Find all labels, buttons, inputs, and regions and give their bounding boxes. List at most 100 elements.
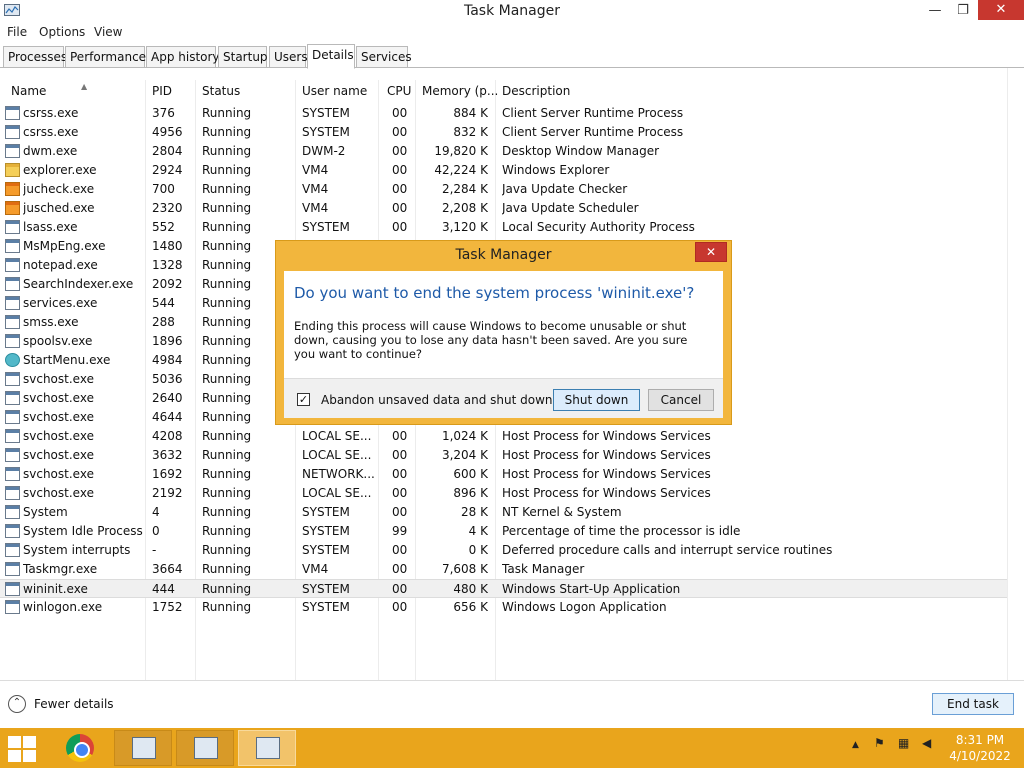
cell-description: Host Process for Windows Services [502,467,711,481]
clock[interactable]: 8:31 PM 4/10/2022 [940,732,1020,764]
column-header-user-name[interactable]: User name [302,84,367,98]
footer-bar: ⌃ Fewer details End task [0,680,1024,728]
dialog-body: Do you want to end the system process 'w… [284,271,723,418]
cell-cpu: 00 [392,125,408,139]
tab-startup[interactable]: Startup [218,46,268,68]
tab-app-history[interactable]: App history [146,46,220,68]
tab-users[interactable]: Users [269,46,308,68]
abandon-data-checkbox-label[interactable]: Abandon unsaved data and shut down. [321,393,556,407]
cell-cpu: 00 [392,543,408,557]
dialog-close-button[interactable]: ✕ [695,242,727,262]
cell-user-name: SYSTEM [302,524,350,538]
table-row[interactable]: System interrupts - Running SYSTEM 00 0 K Defe… [0,541,1007,560]
cell-cpu: 00 [392,582,408,596]
table-row[interactable]: dwm.exe 2804 Running DWM-2 00 19,820 K Desktop… [0,142,1007,161]
vertical-scrollbar[interactable] [1007,68,1024,680]
table-row[interactable]: explorer.exe 2924 Running VM4 00 42,224 K Wind… [0,161,1007,180]
cell-description: Windows Explorer [502,163,610,177]
menu-options[interactable]: Options [39,25,85,39]
table-row[interactable]: winlogon.exe 1752 Running SYSTEM 00 656 K Wind… [0,598,1007,617]
table-row[interactable]: System 4 Running SYSTEM 00 28 K NT Kernel & Sy… [0,503,1007,522]
abandon-data-checkbox[interactable]: ✓ [297,393,310,406]
cell-pid: 700 [152,182,175,196]
cell-status: Running [202,582,252,596]
taskbar-notepad-button[interactable] [114,730,172,766]
cell-status: Running [202,220,252,234]
process-icon [5,277,20,291]
cell-description: Client Server Runtime Process [502,125,684,139]
tab-processes[interactable]: Processes [3,46,67,68]
dialog-button-bar: ✓ Abandon unsaved data and shut down. Sh… [284,378,723,418]
column-header-status[interactable]: Status [202,84,240,98]
column-header-pid[interactable]: PID [152,84,172,98]
table-row[interactable]: System Idle Process 0 Running SYSTEM 99 4 K Pe… [0,522,1007,541]
chrome-icon[interactable] [66,734,94,762]
sort-ascending-icon: ▲ [81,82,88,91]
cell-status: Running [202,505,252,519]
cell-user-name: LOCAL SE... [302,448,372,462]
cell-status: Running [202,600,252,614]
maximize-button[interactable]: ❐ [948,0,978,22]
cell-name: svchost.exe [23,391,94,405]
title-bar: Task Manager — ❐ ✕ [0,0,1024,24]
table-row[interactable]: jusched.exe 2320 Running VM4 00 2,208 K Java U… [0,199,1007,218]
cell-cpu: 00 [392,163,408,177]
table-row[interactable]: csrss.exe 376 Running SYSTEM 00 884 K Client S… [0,104,1007,123]
cell-description: Local Security Authority Process [502,220,695,234]
table-row[interactable]: wininit.exe 444 Running SYSTEM 00 480 K Window… [0,579,1007,598]
taskbar-control-panel-button[interactable] [176,730,234,766]
tray-chevron-up-icon[interactable]: ▲ [852,740,859,750]
table-row[interactable]: Taskmgr.exe 3664 Running VM4 00 7,608 K Task M… [0,560,1007,579]
cell-status: Running [202,562,252,576]
table-row[interactable]: svchost.exe 3632 Running LOCAL SE... 00 3,204… [0,446,1007,465]
cell-cpu: 99 [392,524,408,538]
process-icon [5,562,20,576]
cell-cpu: 00 [392,182,408,196]
notepad-icon [132,737,156,759]
cell-name: svchost.exe [23,410,94,424]
clock-date: 4/10/2022 [949,749,1011,763]
cell-memory: 884 K [453,106,488,120]
chevron-up-icon[interactable]: ⌃ [8,695,26,713]
cell-memory: 42,224 K [434,163,488,177]
table-row[interactable]: csrss.exe 4956 Running SYSTEM 00 832 K Client … [0,123,1007,142]
menu-file[interactable]: File [7,25,27,39]
shut-down-button[interactable]: Shut down [553,389,640,411]
tab-performance[interactable]: Performance [65,46,146,68]
table-row[interactable]: svchost.exe 2192 Running LOCAL SE... 00 896 K… [0,484,1007,503]
fewer-details-link[interactable]: Fewer details [34,697,114,711]
close-button[interactable]: ✕ [978,0,1024,20]
action-center-flag-icon[interactable]: ⚑ [874,736,885,750]
cell-name: System Idle Process [23,524,143,538]
network-icon[interactable]: ▦ [898,736,909,750]
cell-pid: - [152,543,157,557]
minimize-button[interactable]: — [920,0,950,22]
cell-memory: 480 K [453,582,488,596]
menu-view[interactable]: View [94,25,122,39]
table-row[interactable]: svchost.exe 1692 Running NETWORK... 00 600 K H… [0,465,1007,484]
column-header-description[interactable]: Description [502,84,570,98]
table-row[interactable]: svchost.exe 4208 Running LOCAL SE... 00 1,024… [0,427,1007,446]
table-row[interactable]: jucheck.exe 700 Running VM4 00 2,284 K Java Up… [0,180,1007,199]
tab-services[interactable]: Services [356,46,412,68]
end-task-button[interactable]: End task [932,693,1014,715]
cell-pid: 552 [152,220,175,234]
column-header-cpu[interactable]: CPU [387,84,411,98]
process-icon [5,467,20,481]
volume-muted-icon[interactable]: ◀ [922,736,931,750]
cell-name: notepad.exe [23,258,98,272]
process-icon [5,315,20,329]
cancel-button[interactable]: Cancel [648,389,714,411]
cell-cpu: 00 [392,106,408,120]
column-header-name[interactable]: ▲ Name [11,82,87,98]
cell-pid: 3664 [152,562,183,576]
cell-user-name: DWM-2 [302,144,346,158]
taskbar-task-manager-button[interactable] [238,730,296,766]
table-row[interactable]: lsass.exe 552 Running SYSTEM 00 3,120 K Local … [0,218,1007,237]
tab-details[interactable]: Details [307,44,355,69]
process-icon [5,429,20,443]
column-header-memory[interactable]: Memory (p... [422,84,498,98]
cell-user-name: SYSTEM [302,543,350,557]
windows-start-icon[interactable] [8,736,38,762]
cell-status: Running [202,106,252,120]
